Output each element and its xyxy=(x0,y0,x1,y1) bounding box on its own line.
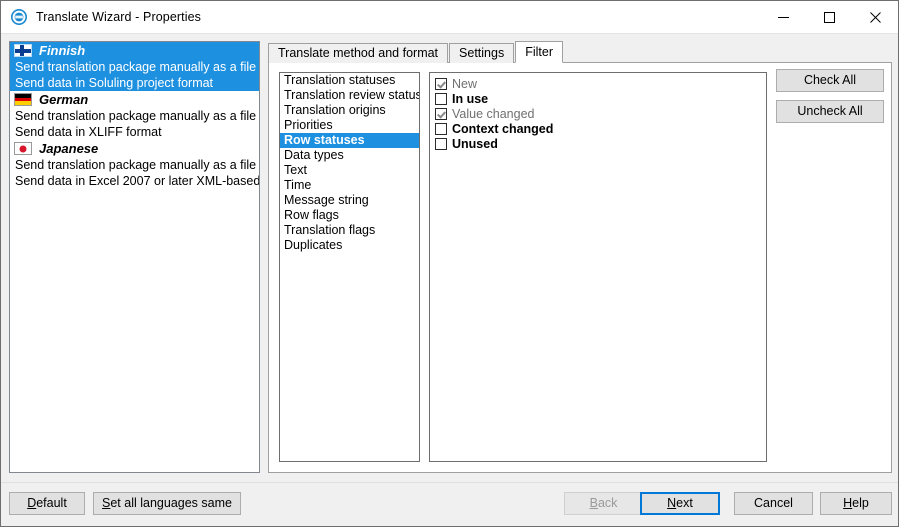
close-icon[interactable] xyxy=(852,1,898,33)
next-button[interactable]: Next xyxy=(640,492,720,515)
language-method: Send translation package manually as a f… xyxy=(15,60,257,74)
option-label: In use xyxy=(452,91,489,106)
back-button-label: ack xyxy=(597,496,618,510)
window-title: Translate Wizard - Properties xyxy=(36,10,201,24)
back-button: Back xyxy=(564,492,643,515)
option-label: New xyxy=(452,76,478,91)
accel-char: H xyxy=(843,496,853,510)
language-name: Finnish xyxy=(39,43,86,58)
category-item-row-statuses[interactable]: Row statuses xyxy=(280,133,419,148)
checkbox-unused[interactable] xyxy=(435,137,447,150)
category-item-data-types[interactable]: Data types xyxy=(280,148,419,163)
category-item-translation-review-statuses[interactable]: Translation review statuses xyxy=(280,88,419,103)
language-name: German xyxy=(39,92,89,107)
title-bar[interactable]: Translate Wizard - Properties xyxy=(1,1,898,33)
category-item-translation-statuses[interactable]: Translation statuses xyxy=(280,73,419,88)
help-button-label: elp xyxy=(852,496,869,510)
language-format: Send data in Soluling project format xyxy=(15,76,214,90)
option-item-value-changed[interactable]: Value changed xyxy=(430,106,766,121)
set-all-languages-same-button[interactable]: Set all languages same xyxy=(93,492,241,515)
uncheck-all-button[interactable]: Uncheck All xyxy=(776,100,884,123)
language-list-item-finnish[interactable]: Finnish Send translation package manuall… xyxy=(10,42,259,91)
category-item-translation-origins[interactable]: Translation origins xyxy=(280,103,419,118)
option-item-in-use[interactable]: In use xyxy=(430,91,766,106)
option-item-new[interactable]: New xyxy=(430,76,766,91)
default-button-label: efault xyxy=(36,496,67,510)
language-method: Send translation package manually as a f… xyxy=(15,109,257,123)
flag-finland-icon xyxy=(14,44,32,57)
cancel-button[interactable]: Cancel xyxy=(734,492,813,515)
language-header: Finnish xyxy=(10,42,259,59)
option-item-context-changed[interactable]: Context changed xyxy=(430,121,766,136)
next-button-label: ext xyxy=(676,496,693,510)
help-button[interactable]: Help xyxy=(820,492,892,515)
category-item-message-string[interactable]: Message string xyxy=(280,193,419,208)
language-name: Japanese xyxy=(39,141,99,156)
tab-settings[interactable]: Settings xyxy=(449,43,515,63)
language-list-item-japanese[interactable]: Japanese Send translation package manual… xyxy=(10,140,259,189)
tab-translate-method-and-format[interactable]: Translate method and format xyxy=(268,43,449,63)
language-method: Send translation package manually as a f… xyxy=(15,158,257,172)
category-item-row-flags[interactable]: Row flags xyxy=(280,208,419,223)
option-label: Context changed xyxy=(452,121,554,136)
language-header: German xyxy=(10,91,259,108)
option-label: Unused xyxy=(452,136,498,151)
option-item-unused[interactable]: Unused xyxy=(430,136,766,151)
category-item-duplicates[interactable]: Duplicates xyxy=(280,238,419,253)
flag-germany-icon xyxy=(14,93,32,106)
language-header: Japanese xyxy=(10,140,259,157)
language-list-item-german[interactable]: German Send translation package manually… xyxy=(10,91,259,140)
dialog-footer: Default Set all languages same Back Next… xyxy=(1,482,898,526)
checkbox-value-changed[interactable] xyxy=(435,107,447,120)
minimize-icon[interactable] xyxy=(760,1,806,33)
checkbox-new[interactable] xyxy=(435,77,447,90)
filter-category-list[interactable]: Translation statuses Translation review … xyxy=(279,72,420,462)
checkbox-context-changed[interactable] xyxy=(435,122,447,135)
filter-side-buttons: Check All Uncheck All xyxy=(776,69,884,123)
category-item-priorities[interactable]: Priorities xyxy=(280,118,419,133)
accel-char: D xyxy=(27,496,37,510)
category-item-time[interactable]: Time xyxy=(280,178,419,193)
language-format: Send data in Excel 2007 or later XML-bas… xyxy=(15,174,260,188)
tab-control: Translate method and format Settings Fil… xyxy=(268,41,892,473)
category-item-text[interactable]: Text xyxy=(280,163,419,178)
dialog-body: Finnish Send translation package manuall… xyxy=(1,33,898,482)
option-label: Value changed xyxy=(452,106,535,121)
accel-char: B xyxy=(589,496,598,510)
accel-char: N xyxy=(667,496,677,510)
language-list[interactable]: Finnish Send translation package manuall… xyxy=(9,41,260,473)
maximize-icon[interactable] xyxy=(806,1,852,33)
tab-strip: Translate method and format Settings Fil… xyxy=(268,41,892,63)
app-circle-icon xyxy=(11,9,27,25)
set-all-button-label: et all languages same xyxy=(110,496,232,510)
tab-filter[interactable]: Filter xyxy=(515,41,563,63)
filter-option-list[interactable]: New In use Value changed Context changed xyxy=(429,72,767,462)
tab-page-filter: Translation statuses Translation review … xyxy=(268,62,892,473)
flag-japan-icon xyxy=(14,142,32,155)
language-format: Send data in XLIFF format xyxy=(15,125,162,139)
window-controls xyxy=(760,1,898,33)
default-button[interactable]: Default xyxy=(9,492,85,515)
category-item-translation-flags[interactable]: Translation flags xyxy=(280,223,419,238)
dialog-window: Translate Wizard - Properties Finnish Se… xyxy=(0,0,899,527)
check-all-button[interactable]: Check All xyxy=(776,69,884,92)
checkbox-in-use[interactable] xyxy=(435,92,447,105)
